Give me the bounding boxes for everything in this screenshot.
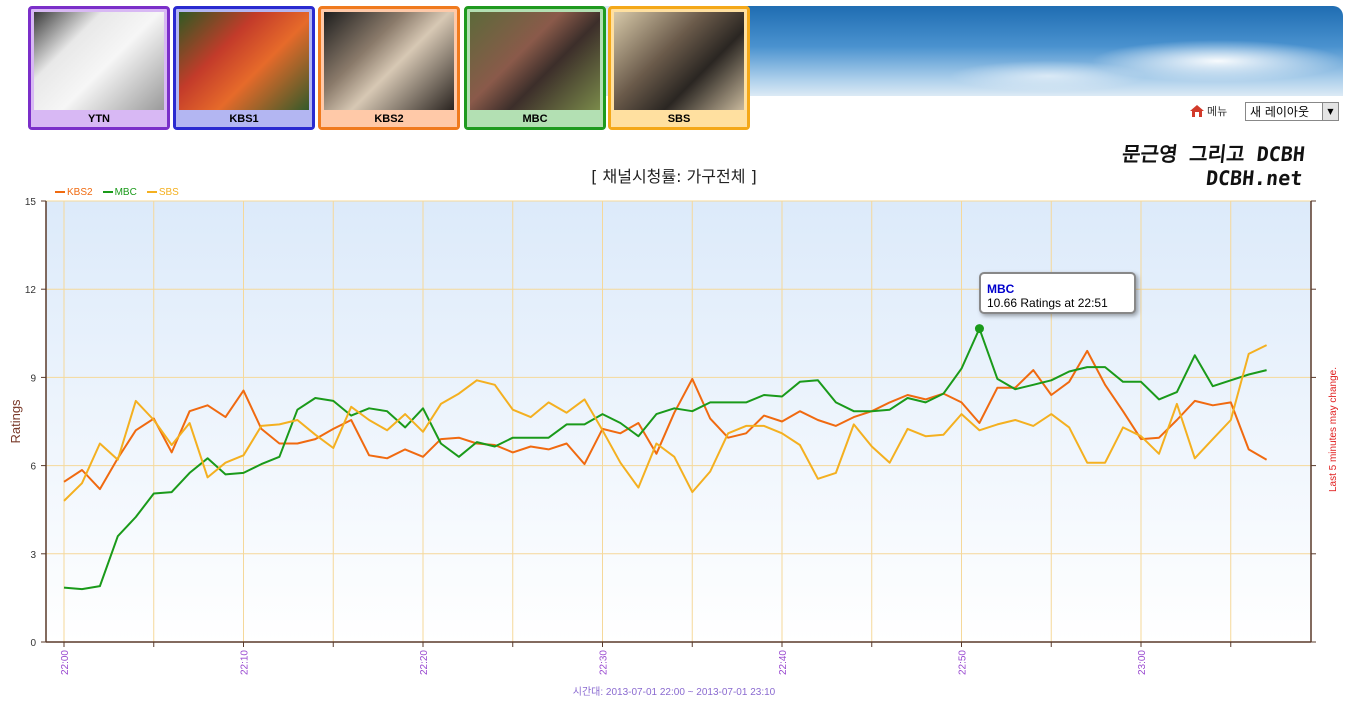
x-tick-label: 22:00 [60, 650, 71, 675]
tooltip-text: 10.66 Ratings at 22:51 [987, 296, 1108, 310]
y-tick-label: 9 [30, 373, 36, 384]
x-tick-label: 22:40 [778, 650, 789, 675]
right-axis-note: Last 5 minutes may change. [1328, 367, 1339, 492]
y-tick-label: 15 [25, 197, 37, 208]
y-tick-label: 12 [25, 285, 37, 296]
x-tick-label: 22:20 [419, 650, 430, 675]
y-tick-label: 3 [30, 550, 36, 561]
y-axis-title: Ratings [8, 399, 23, 444]
chart-tooltip: MBC 10.66 Ratings at 22:51 [979, 272, 1136, 314]
x-tick-label: 22:30 [599, 650, 610, 675]
y-tick-label: 6 [30, 462, 36, 473]
plot-background [46, 201, 1311, 642]
time-range-footer: 시간대: 2013-07-01 22:00 ~ 2013-07-01 23:10 [572, 687, 776, 698]
x-tick-label: 22:50 [958, 650, 969, 675]
highlight-point [974, 324, 984, 334]
x-tick-label: 23:00 [1137, 650, 1148, 675]
ratings-chart: 0 3 6 9 12 15 22:00 22:10 22:20 22:30 22:40 22:50 23… [8, 197, 1339, 675]
y-tick-label: 0 [30, 638, 36, 649]
tooltip-series: MBC [987, 282, 1015, 296]
x-tick-label: 22:10 [240, 650, 251, 675]
